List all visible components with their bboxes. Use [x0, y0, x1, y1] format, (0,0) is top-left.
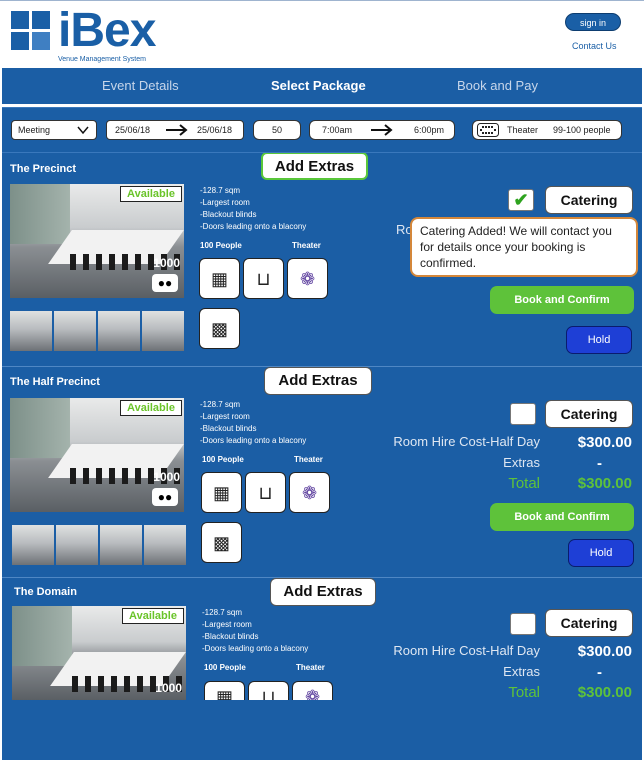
people-label: 100 People — [200, 241, 242, 250]
layout-value: Theater — [507, 125, 539, 135]
venue-name: The Domain — [14, 586, 77, 598]
ibex-logo-icon — [11, 11, 51, 51]
venue-list: The Precinct Add Extras Available 1000 ●… — [2, 153, 642, 760]
venue-photo[interactable]: Available 1000 ●● — [10, 184, 184, 298]
banquet-layout-icon[interactable]: ❁ — [289, 472, 330, 513]
chevron-down-icon — [77, 126, 89, 135]
boardroom-layout-icon[interactable]: ▦ — [204, 681, 245, 700]
theater-layout-icon — [477, 123, 499, 137]
people-label: 100 People — [204, 663, 246, 672]
venue-description: -128.7 sqm -Largest room -Blackout blinds -… — [200, 186, 307, 231]
step-event-details[interactable]: Event Details — [102, 78, 179, 93]
date-to: 25/06/18 — [197, 125, 233, 135]
thumbnail[interactable] — [54, 311, 96, 351]
people-icon[interactable]: ●● — [152, 274, 178, 292]
venue-description: -128.7 sqm -Largest room -Blackout blinds -… — [202, 608, 309, 653]
filter-bar: Meeting 25/06/18 25/06/18 50 7:00am 6:00… — [2, 107, 642, 153]
thumbnail[interactable] — [144, 525, 186, 565]
venue-name: The Precinct — [10, 163, 77, 175]
brand-name: iBex — [58, 4, 156, 57]
extras-price: - — [597, 664, 602, 681]
layout-select[interactable]: Theater 99-100 people — [472, 120, 622, 140]
capacity-count: 1000 — [153, 256, 180, 270]
extras-label: Extras — [503, 455, 540, 470]
layout-range: 99-100 people — [553, 125, 611, 135]
venue-name: The Half Precinct — [10, 376, 100, 388]
book-and-confirm-button[interactable]: Book and Confirm — [490, 286, 634, 314]
theater-layout-icon[interactable]: ▩ — [201, 522, 242, 563]
venue-card: The Domain Add Extras Available 1000 -12… — [2, 578, 642, 760]
status-badge: Available — [120, 400, 182, 416]
room-hire-price: $300.00 — [577, 643, 632, 660]
venue-photo[interactable]: Available 1000 — [12, 606, 186, 700]
boardroom-layout-icon[interactable]: ▦ — [199, 258, 240, 299]
catering-button[interactable]: Catering — [545, 609, 633, 637]
status-badge: Available — [120, 186, 182, 202]
time-range-field[interactable]: 7:00am 6:00pm — [309, 120, 455, 140]
total-price: $300.00 — [577, 684, 632, 701]
banquet-layout-icon[interactable]: ❁ — [287, 258, 328, 299]
theater-layout-icon[interactable]: ▩ — [199, 308, 240, 349]
event-type-select[interactable]: Meeting — [11, 120, 97, 140]
layout-label: Theater — [292, 241, 321, 250]
thumbnail[interactable] — [12, 525, 54, 565]
hold-button[interactable]: Hold — [566, 326, 632, 354]
u-shape-layout-icon[interactable]: ⊔ — [248, 681, 289, 700]
guests-field[interactable]: 50 — [253, 120, 301, 140]
u-shape-layout-icon[interactable]: ⊔ — [243, 258, 284, 299]
catering-button[interactable]: Catering — [545, 186, 633, 214]
total-label: Total — [508, 475, 540, 492]
room-hire-label: Room Hire Cost-Half Day — [393, 434, 540, 449]
total-price: $300.00 — [577, 475, 632, 492]
thumbnail[interactable] — [98, 311, 140, 351]
step-book-and-pay[interactable]: Book and Pay — [457, 78, 538, 93]
venue-description: -128.7 sqm -Largest room -Blackout blinds -… — [200, 400, 307, 445]
venue-photo[interactable]: Available 1000 ●● — [10, 398, 184, 512]
boardroom-layout-icon[interactable]: ▦ — [201, 472, 242, 513]
date-range-field[interactable]: 25/06/18 25/06/18 — [106, 120, 244, 140]
arrow-right-icon — [371, 124, 393, 136]
catering-button[interactable]: Catering — [545, 400, 633, 428]
brand-tagline: Venue Management System — [58, 56, 146, 63]
venue-card: The Precinct Add Extras Available 1000 ●… — [2, 153, 642, 365]
time-from: 7:00am — [322, 125, 353, 135]
layout-label: Theater — [294, 455, 323, 464]
add-extras-button[interactable]: Add Extras — [264, 367, 372, 395]
extras-label: Extras — [503, 664, 540, 679]
hold-button[interactable]: Hold — [568, 539, 634, 567]
room-hire-price: $300.00 — [577, 434, 632, 451]
add-extras-button[interactable]: Add Extras — [270, 578, 376, 606]
banquet-layout-icon[interactable]: ❁ — [292, 681, 333, 700]
thumbnail[interactable] — [56, 525, 98, 565]
people-icon[interactable]: ●● — [152, 488, 178, 506]
capacity-count: 1000 — [153, 470, 180, 484]
catering-checkbox[interactable] — [510, 403, 536, 425]
catering-checkbox[interactable]: ✔ — [508, 189, 534, 211]
u-shape-layout-icon[interactable]: ⊔ — [245, 472, 286, 513]
arrow-right-icon — [166, 124, 188, 136]
people-label: 100 People — [202, 455, 244, 464]
catering-checkbox[interactable] — [510, 613, 536, 635]
room-hire-label: Room Hire Cost-Half Day — [393, 643, 540, 658]
app-header: iBex Venue Management System sign in Con… — [0, 0, 644, 68]
event-type-value: Meeting — [18, 125, 51, 135]
thumbnail[interactable] — [100, 525, 142, 565]
book-and-confirm-button[interactable]: Book and Confirm — [490, 503, 634, 531]
thumbnail[interactable] — [142, 311, 184, 351]
step-nav: Event Details Select Package Book and Pa… — [2, 68, 642, 104]
contact-us-link[interactable]: Contact Us — [572, 41, 617, 51]
catering-tooltip: Catering Added! We will contact you for … — [410, 217, 638, 277]
date-from: 25/06/18 — [115, 125, 151, 135]
capacity-count: 1000 — [155, 681, 182, 695]
add-extras-button[interactable]: Add Extras — [261, 153, 368, 180]
layout-label: Theater — [296, 663, 325, 672]
sign-in-button[interactable]: sign in — [565, 13, 621, 31]
extras-price: - — [597, 455, 602, 472]
step-select-package[interactable]: Select Package — [271, 78, 366, 93]
status-badge: Available — [122, 608, 184, 624]
venue-card: The Half Precinct Add Extras Available 1… — [2, 367, 642, 577]
thumbnail[interactable] — [10, 311, 52, 351]
total-label: Total — [508, 684, 540, 701]
time-to: 6:00pm — [414, 125, 445, 135]
